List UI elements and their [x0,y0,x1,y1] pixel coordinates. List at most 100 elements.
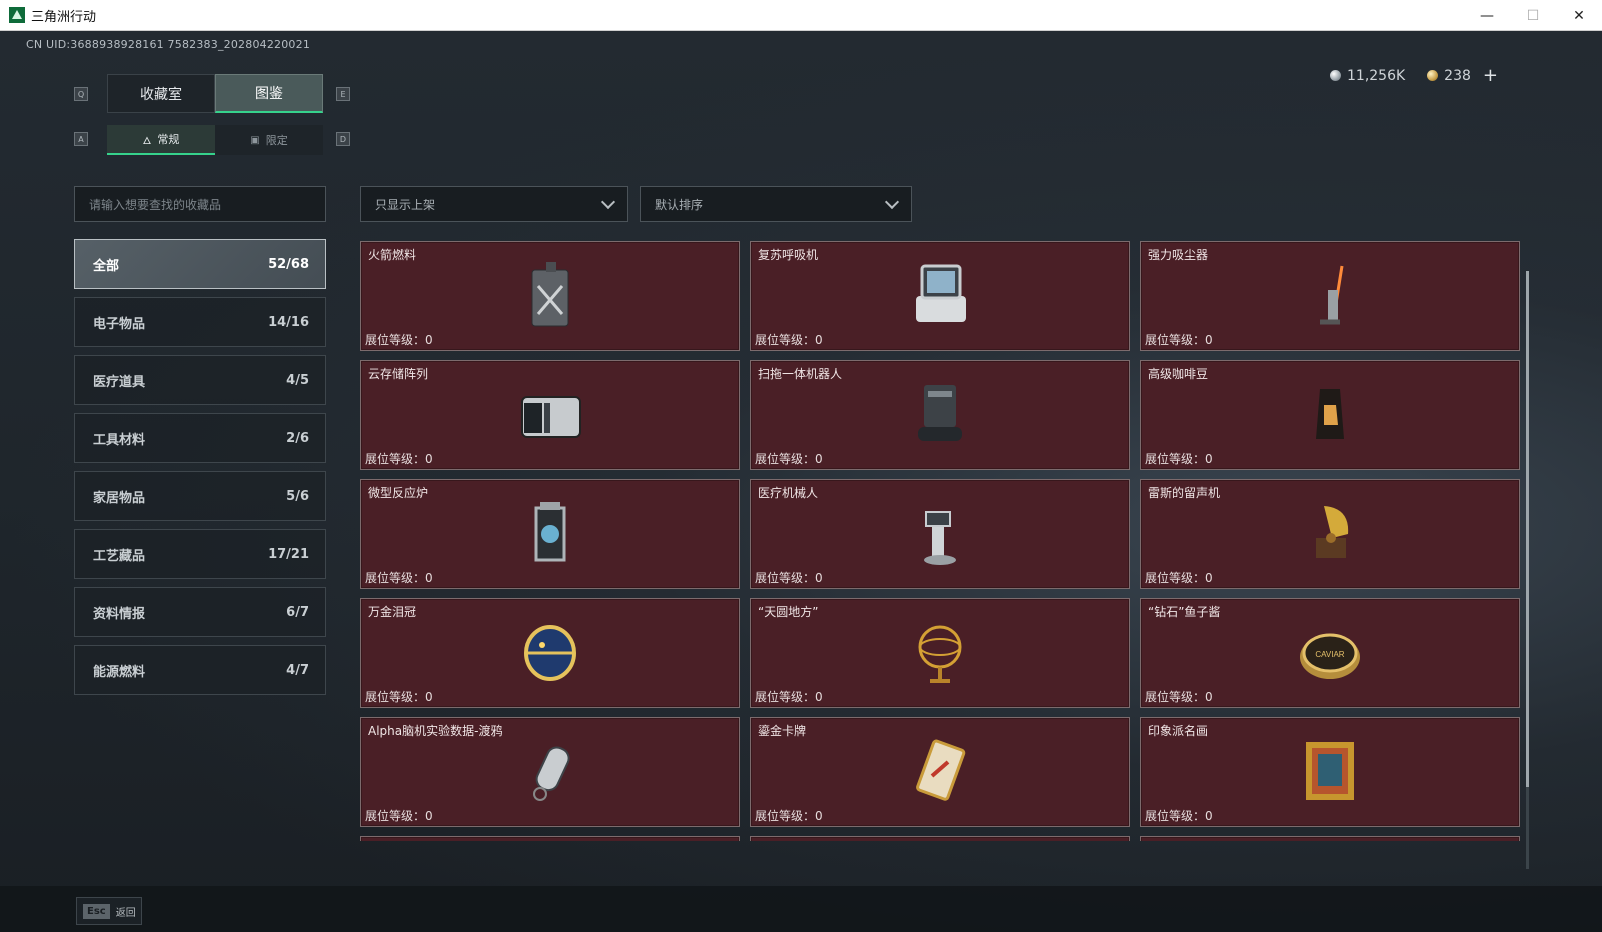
level-label: 展位等级： [755,452,816,466]
item-card[interactable]: 印象派名画 展位等级：0 [1140,717,1520,827]
minimize-button[interactable]: — [1464,0,1510,31]
item-card[interactable]: 扫拖一体机器人 展位等级：0 [750,360,1130,470]
key-hint-q: Q [74,87,88,101]
level-label: 展位等级： [755,571,816,585]
back-button[interactable]: Esc 返回 [76,897,142,925]
level-label: 展位等级： [755,333,816,347]
item-card[interactable]: 定位接收器展位等级：0 [360,836,740,841]
item-card[interactable]: 万金泪冠 展位等级：0 [360,598,740,708]
item-card[interactable]: 高级咖啡豆展位等级：0 [1140,360,1520,470]
silver-currency: 11,256K [1330,68,1405,84]
level-value: 0 [425,452,433,466]
category-count: 5/6 [286,488,309,504]
item-grid: 火箭燃料 展位等级：0 复苏呼吸机 展位等级：0 强力吸尘器 展位等级：0 云存储阵列 展位等… [360,241,1522,841]
category-item[interactable]: 资料情报 6/7 [74,587,326,637]
add-currency-button[interactable]: + [1483,65,1498,86]
search-input[interactable]: 请输入想要查找的收藏品 [74,186,326,222]
ventilator-icon [916,264,966,322]
category-item[interactable]: 工艺藏品 17/21 [74,529,326,579]
item-card[interactable]: 火箭燃料展位等级：0 [360,241,740,351]
item-card[interactable]: 雷斯的留声机 展位等级：0 [1140,479,1520,589]
window-titlebar: 三角洲行动 — ☐ ✕ [0,0,1602,31]
item-card[interactable]: 己封存音源展位等级：0 [750,836,1130,841]
level-value: 0 [1205,452,1213,466]
svg-text:CAVIAR: CAVIAR [1315,650,1344,659]
category-item[interactable]: 医疗道具 4/5 [74,355,326,405]
category-item[interactable]: 电子物品 14/16 [74,297,326,347]
item-name: 医疗机械人 [758,486,819,500]
item-card[interactable]: 鎏金卡牌 展位等级：0 [750,717,1130,827]
item-name: Alpha脑机实验数据-渡鸦 [368,724,503,738]
category-item[interactable]: 家居物品 5/6 [74,471,326,521]
back-label: 返回 [115,907,136,919]
item-name: 雷斯的留声机 [1148,486,1221,500]
scrollbar-thumb[interactable] [1526,271,1529,787]
subtab-regular-label: 常规 [157,133,180,146]
gold-card-icon [916,739,966,801]
item-name: 高级咖啡豆 [1148,367,1209,381]
level-label: 展位等级： [1145,452,1206,466]
item-level: 展位等级：0 [1145,569,1213,586]
medical-robot-icon [924,511,956,565]
player-uid: CN UID:3688938928161 7582383_20280422002… [26,38,311,51]
item-level: 展位等级：0 [755,331,823,348]
item-level: 展位等级：0 [365,450,433,467]
key-hint-e: E [336,87,350,101]
main-tabs: 收藏室 图鉴 [107,74,323,113]
level-value: 0 [1205,809,1213,823]
subtab-regular[interactable]: 🜂 常规 [107,125,215,155]
item-level: 展位等级：0 [755,807,823,824]
category-item[interactable]: 能源燃料 4/7 [74,645,326,695]
item-card[interactable]: Alpha脑机实验数据-渡鸦 展位等级：0 [360,717,740,827]
level-value: 0 [1205,571,1213,585]
category-label: 医疗道具 [93,374,146,390]
item-level: 展位等级：0 [365,331,433,348]
close-button[interactable]: ✕ [1556,0,1602,31]
item-card[interactable]: 黄金鸟瓷展位等级：0 [1140,836,1520,841]
tab-catalog[interactable]: 图鉴 [215,74,323,113]
item-card[interactable]: 云存储阵列展位等级：0 [360,360,740,470]
category-count: 4/7 [286,662,309,678]
item-name: 火箭燃料 [368,248,417,262]
item-level: 展位等级：0 [755,450,823,467]
item-name: 云存储阵列 [368,367,429,381]
level-label: 展位等级： [365,690,426,704]
display-filter-value: 只显示上架 [375,197,436,212]
tab-collection-room[interactable]: 收藏室 [107,74,215,113]
level-value: 0 [425,333,433,347]
limited-icon: ▣ [250,134,260,146]
level-value: 0 [815,333,823,347]
silver-amount: 11,256K [1347,67,1406,84]
item-card[interactable]: “钻石”鱼子酱 CAVIAR 展位等级：0 [1140,598,1520,708]
currency-bar: 11,256K 238 + [1330,65,1498,86]
level-value: 0 [815,571,823,585]
maximize-button[interactable]: ☐ [1510,0,1556,31]
gold-amount: 238 [1444,67,1471,84]
item-name: 强力吸尘器 [1148,248,1209,262]
window-controls: — ☐ ✕ [1464,0,1602,31]
item-card[interactable]: 强力吸尘器 展位等级：0 [1140,241,1520,351]
item-card[interactable]: 复苏呼吸机 展位等级：0 [750,241,1130,351]
sort-dropdown[interactable]: 默认排序 [640,186,912,222]
level-label: 展位等级： [755,690,816,704]
item-level: 展位等级：0 [365,807,433,824]
item-name: 微型反应炉 [368,486,429,500]
gramophone-icon [1316,506,1349,558]
item-card[interactable]: 医疗机械人展位等级：0 [750,479,1130,589]
jewel-egg-icon [524,625,576,681]
level-label: 展位等级： [1145,809,1206,823]
item-level: 展位等级：0 [1145,807,1213,824]
key-hint-d: D [336,132,350,146]
level-value: 0 [815,452,823,466]
data-capsule-icon [533,746,570,801]
category-item[interactable]: 工具材料 2/6 [74,413,326,463]
item-level: 展位等级：0 [365,688,433,705]
category-item[interactable]: 全部 52/68 [74,239,326,289]
subtab-limited[interactable]: ▣ 限定 [215,125,323,155]
category-count: 6/7 [286,604,309,620]
display-filter-dropdown[interactable]: 只显示上架 [360,186,628,222]
item-level: 展位等级：0 [1145,688,1213,705]
item-card[interactable]: “天圆地方” 展位等级：0 [750,598,1130,708]
game-viewport: CN UID:3688938928161 7582383_20280422002… [0,31,1602,932]
item-card[interactable]: 微型反应炉 展位等级：0 [360,479,740,589]
